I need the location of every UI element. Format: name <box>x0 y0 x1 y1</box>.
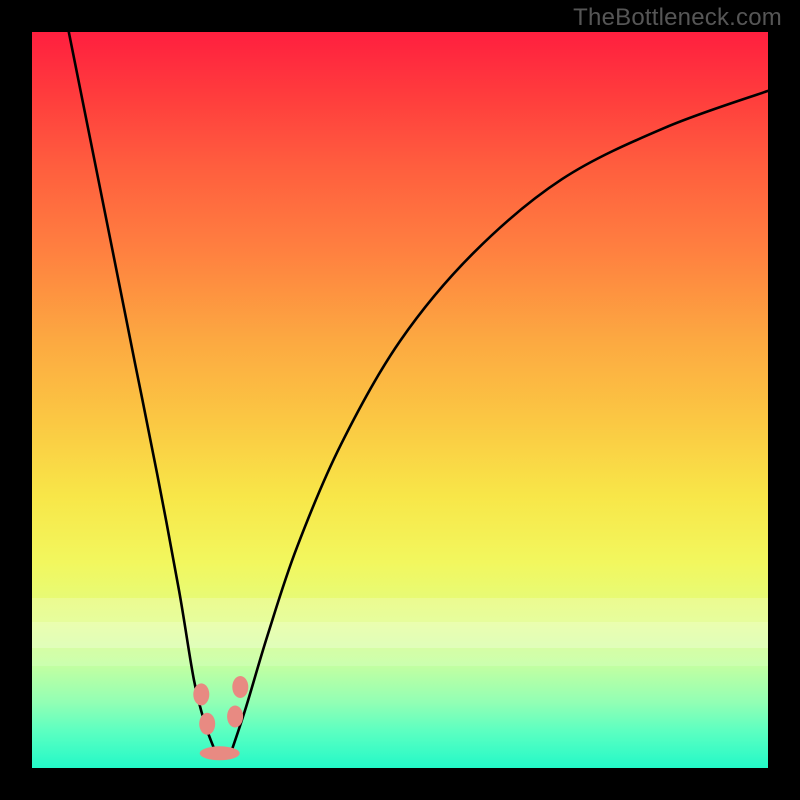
valley-blob <box>200 746 240 760</box>
right-dot-upper <box>232 676 248 698</box>
chart-stage: TheBottleneck.com <box>0 0 800 800</box>
watermark-text: TheBottleneck.com <box>573 4 782 32</box>
left-dot-upper <box>193 683 209 705</box>
plot-area <box>32 32 768 768</box>
right-dot-lower <box>227 706 243 728</box>
marker-group <box>193 676 248 760</box>
left-dot-lower <box>199 713 215 735</box>
curve-left-branch <box>69 32 216 753</box>
curve-right-branch <box>231 91 768 753</box>
curve-layer <box>32 32 768 768</box>
